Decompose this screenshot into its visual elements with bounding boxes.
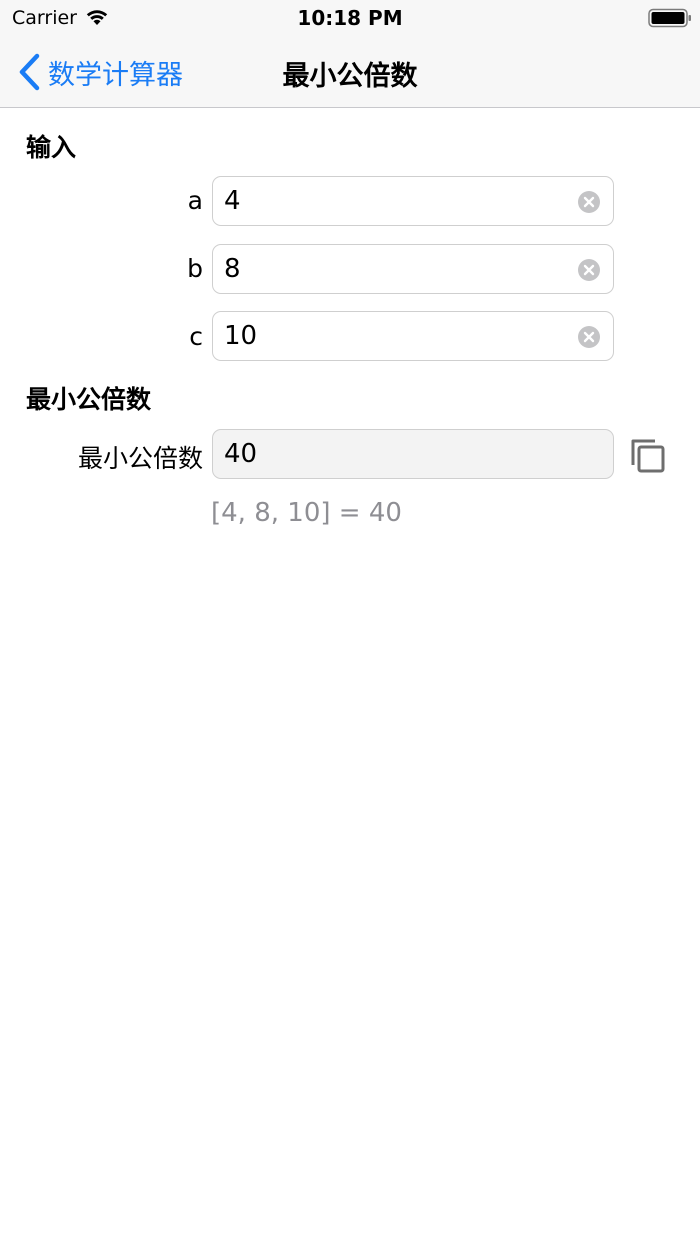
navigation-bar: 数学计算器 最小公倍数	[0, 36, 700, 108]
result-label: 最小公倍数	[77, 444, 203, 473]
page-title: 最小公倍数	[282, 61, 418, 92]
status-bar: Carrier 10:18 PM	[0, 0, 700, 36]
field-b-value: 8	[224, 254, 241, 284]
field-c-input[interactable]: 10	[212, 311, 614, 361]
battery-icon	[648, 8, 691, 28]
input-section-header: 输入	[26, 133, 77, 162]
field-a-label: a	[187, 186, 203, 215]
result-value: 40	[224, 439, 258, 469]
field-c-label: c	[189, 322, 203, 351]
copy-icon[interactable]	[628, 436, 668, 476]
status-time: 10:18 PM	[297, 6, 403, 30]
result-section-header: 最小公倍数	[26, 385, 152, 414]
field-b-label: b	[187, 254, 203, 283]
result-formula: [4, 8, 10] = 40	[211, 498, 402, 528]
clear-icon[interactable]	[577, 190, 601, 214]
field-b-input[interactable]: 8	[212, 244, 614, 294]
result-field: 40	[212, 429, 614, 479]
clear-icon[interactable]	[577, 325, 601, 349]
clear-icon[interactable]	[577, 258, 601, 282]
field-c-value: 10	[224, 321, 258, 351]
field-a-input[interactable]: 4	[212, 176, 614, 226]
field-a-value: 4	[224, 186, 241, 216]
